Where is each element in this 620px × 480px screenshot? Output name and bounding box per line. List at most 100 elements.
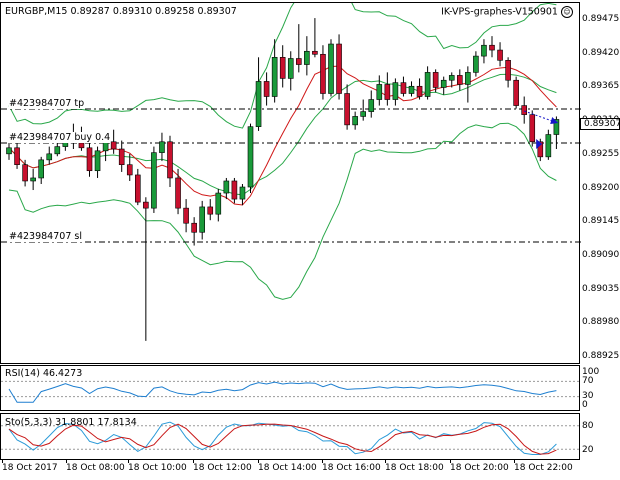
candle-body bbox=[263, 81, 270, 97]
price-tick: 0.89090 bbox=[582, 249, 620, 260]
price-tick: 0.89145 bbox=[582, 216, 620, 227]
candle-body bbox=[255, 81, 262, 127]
candle-body bbox=[22, 164, 28, 182]
symbol-timeframe: EURGBP,M15 bbox=[5, 6, 68, 17]
price-tick: 0.89255 bbox=[582, 148, 620, 159]
candle-body bbox=[489, 44, 495, 51]
candle-body bbox=[368, 99, 375, 112]
stochastic-label: Sto(5,3,3) 31.8801 17.8134 bbox=[5, 417, 137, 428]
candle-body bbox=[102, 141, 109, 152]
candle-body bbox=[247, 126, 254, 188]
candle-body bbox=[392, 82, 399, 100]
candle-body bbox=[6, 147, 12, 155]
candle-body bbox=[239, 186, 246, 200]
sto-level-80: 80 bbox=[582, 421, 594, 431]
rsi-axis: 100 70 30 0 bbox=[580, 365, 620, 411]
candle-body bbox=[223, 180, 230, 194]
candle-body bbox=[456, 75, 463, 85]
expert-advisor-label[interactable]: IK-VPS-graphes-V150901 ☺ bbox=[441, 6, 573, 18]
time-tick-mark bbox=[322, 460, 323, 463]
time-tick: 18 Oct 12:00 bbox=[193, 463, 252, 473]
trade-marker-line bbox=[524, 110, 553, 122]
candle-body bbox=[94, 150, 101, 172]
candle-body bbox=[304, 50, 310, 65]
candle-body bbox=[416, 85, 423, 97]
price-tick: 0.88980 bbox=[582, 317, 620, 328]
candle-body bbox=[473, 55, 479, 73]
time-tick: 18 Oct 08:00 bbox=[66, 463, 125, 473]
time-tick-mark bbox=[514, 460, 515, 463]
candle-body bbox=[432, 72, 439, 88]
price-tick: 0.89035 bbox=[582, 283, 620, 294]
candle-body bbox=[336, 43, 342, 94]
candle-body bbox=[126, 164, 133, 176]
candle-body bbox=[54, 146, 61, 155]
order-buy-label: #423984707 buy 0.4 bbox=[9, 132, 111, 143]
candle-body bbox=[400, 82, 407, 94]
candle-body bbox=[110, 141, 117, 150]
candle-body bbox=[46, 153, 53, 161]
candle-body bbox=[295, 58, 302, 65]
time-axis: 18 Oct 2017 18 Oct 08:00 18 Oct 10:00 18 Oc… bbox=[0, 460, 580, 480]
candle-body bbox=[408, 85, 415, 94]
price-tick: 0.89200 bbox=[582, 182, 620, 193]
time-tick: 18 Oct 22:00 bbox=[514, 463, 573, 473]
rsi-label: RSI(14) 46.4273 bbox=[5, 368, 83, 379]
price-chart-canvas[interactable] bbox=[1, 3, 581, 365]
rsi-pane[interactable]: RSI(14) 46.4273 bbox=[0, 365, 581, 412]
ohlc-open: 0.89287 bbox=[70, 6, 110, 17]
candle-body bbox=[118, 148, 125, 165]
candle-body bbox=[30, 177, 36, 182]
candle-body bbox=[143, 201, 149, 209]
candle-body bbox=[344, 93, 350, 126]
time-tick-mark bbox=[193, 460, 194, 463]
candle-body bbox=[207, 206, 214, 215]
candle-body bbox=[135, 174, 141, 203]
candle-body bbox=[320, 53, 326, 94]
candle-body bbox=[312, 50, 318, 55]
candle-body bbox=[78, 142, 85, 149]
candle-body bbox=[279, 56, 286, 79]
time-tick: 18 Oct 16:00 bbox=[322, 463, 381, 473]
candle-body bbox=[376, 84, 383, 100]
price-chart-pane[interactable]: EURGBP,M15 0.89287 0.89310 0.89258 0.893… bbox=[0, 2, 581, 365]
candle-body bbox=[215, 192, 222, 215]
candle-body bbox=[328, 43, 334, 94]
sto-level-20: 20 bbox=[582, 445, 594, 455]
price-tick: 0.89475 bbox=[582, 14, 620, 24]
ohlc-low: 0.89258 bbox=[155, 6, 195, 17]
time-tick-mark bbox=[66, 460, 67, 463]
price-axis: 0.894750.894200.893650.893100.892550.892… bbox=[580, 2, 620, 364]
time-tick-mark bbox=[385, 460, 386, 463]
candle-body bbox=[159, 141, 165, 153]
candle-body bbox=[505, 60, 511, 81]
candle-body bbox=[151, 152, 157, 209]
candle-body bbox=[448, 75, 455, 81]
current-price-tag: 0.89307 bbox=[580, 118, 620, 130]
candle-body bbox=[529, 114, 536, 143]
stochastic-pane[interactable]: Sto(5,3,3) 31.8801 17.8134 bbox=[0, 413, 581, 460]
candle-body bbox=[545, 134, 552, 158]
rsi-level-0: 0 bbox=[582, 400, 588, 410]
smiley-face-icon[interactable]: ☺ bbox=[561, 6, 573, 18]
candle-body bbox=[440, 79, 447, 88]
price-tick: 0.89420 bbox=[582, 47, 620, 58]
candle-body bbox=[352, 116, 358, 126]
candle-body bbox=[86, 147, 93, 172]
rsi-line bbox=[8, 381, 557, 403]
time-tick-mark bbox=[128, 460, 129, 463]
candle-body bbox=[384, 84, 391, 100]
rsi-canvas[interactable] bbox=[1, 366, 581, 412]
candle-body bbox=[175, 177, 181, 209]
price-tick: 0.89365 bbox=[582, 81, 620, 92]
stochastic-axis: 80 20 bbox=[580, 413, 620, 460]
candle-body bbox=[287, 58, 294, 79]
candle-body bbox=[191, 222, 197, 233]
candle-body bbox=[497, 49, 503, 61]
time-tick: 18 Oct 14:00 bbox=[258, 463, 317, 473]
candle-body bbox=[271, 56, 278, 97]
time-tick-mark bbox=[450, 460, 451, 463]
rsi-level-70: 70 bbox=[582, 376, 594, 386]
time-tick: 18 Oct 10:00 bbox=[128, 463, 187, 473]
time-tick-mark bbox=[2, 460, 3, 463]
